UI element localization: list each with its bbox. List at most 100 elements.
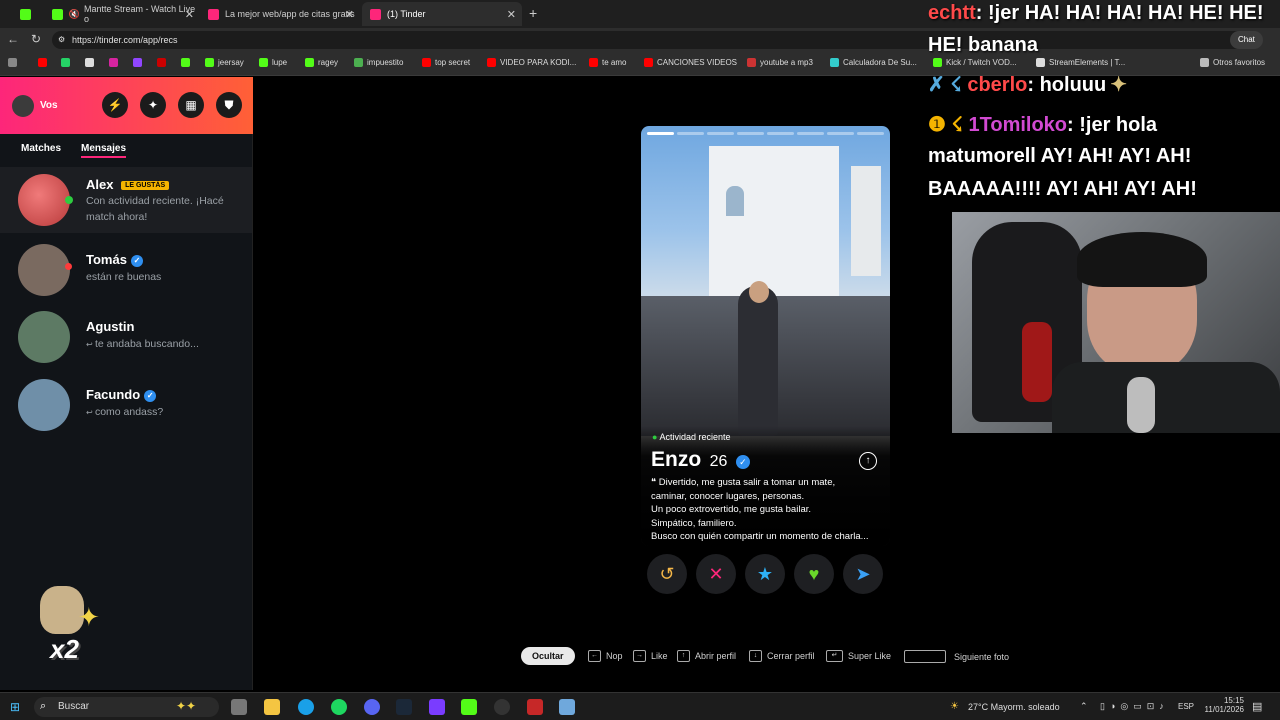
match-message: Con actividad reciente. ¡Hacé xyxy=(86,195,224,207)
close-tab-icon[interactable]: ✕ xyxy=(507,8,516,21)
tab-matches[interactable]: Matches xyxy=(21,143,61,154)
tray-chevron-icon[interactable]: ⌃ xyxy=(1080,701,1088,712)
bookmark-te-amo[interactable]: te amo xyxy=(589,58,626,67)
avatar xyxy=(18,174,70,226)
search-highlight-icon: ✦✦ xyxy=(176,699,197,713)
clock[interactable]: 15:15 11/01/2026 xyxy=(1204,696,1244,714)
sparkle-icon: ✦ xyxy=(78,602,100,632)
weather-text[interactable]: 27°C Mayorm. soleado xyxy=(968,702,1060,712)
bookmark-calculadora[interactable]: Calculadora De Su... xyxy=(830,58,917,67)
kick-icon[interactable] xyxy=(181,58,194,67)
bookmark-top-secret[interactable]: top secret xyxy=(422,58,470,67)
app-window-icon[interactable] xyxy=(559,699,575,715)
notification-icon[interactable]: ▤ xyxy=(1252,700,1262,713)
tab-messages[interactable]: Mensajes xyxy=(81,143,127,158)
reply-icon: ↩ xyxy=(86,408,95,417)
hide-hints-button[interactable]: Ocultar xyxy=(521,647,575,665)
bookmark-youtube-mp3[interactable]: youtube a mp3 xyxy=(747,58,813,67)
whatsapp-icon[interactable] xyxy=(61,58,74,67)
app-icon[interactable] xyxy=(429,699,445,715)
bookmark-impuestito[interactable]: impuestito xyxy=(354,58,403,67)
task-view-icon[interactable] xyxy=(231,699,247,715)
person-photo xyxy=(738,286,778,436)
avatar xyxy=(18,379,70,431)
rewind-button[interactable]: ↺ xyxy=(647,554,687,594)
kick-icon[interactable] xyxy=(461,699,477,715)
profile-label[interactable]: Vos xyxy=(40,100,58,111)
bookmark-icon-only[interactable] xyxy=(8,58,21,67)
hint-close-profile: ↓ Cerrar perfil xyxy=(749,650,815,662)
site-info-icon[interactable]: ⚙ xyxy=(58,31,65,49)
close-tab-icon[interactable]: ✕ xyxy=(185,8,194,21)
tab-pinned[interactable] xyxy=(12,2,42,26)
x-icon[interactable] xyxy=(85,58,98,67)
muted-icon[interactable]: 🔇 xyxy=(69,9,80,20)
obs-icon[interactable] xyxy=(494,699,510,715)
undo-icon: ↺ xyxy=(659,563,675,584)
steam-icon[interactable] xyxy=(396,699,412,715)
explore-button[interactable]: ✦ xyxy=(140,92,166,118)
tab-label: (1) Tinder xyxy=(387,9,426,19)
back-button[interactable]: ← xyxy=(7,32,19,46)
instagram-icon[interactable] xyxy=(109,58,122,67)
bookmark-lupe[interactable]: lupe xyxy=(259,58,287,67)
weather-icon: ☀ xyxy=(950,701,959,712)
youtube-icon[interactable] xyxy=(38,58,51,67)
spotify-icon[interactable] xyxy=(331,699,347,715)
bookmark-canciones[interactable]: CANCIONES VIDEOS xyxy=(644,58,737,67)
tab-mantte-stream[interactable]: 🔇 Mantte Stream - Watch Live o ✕ xyxy=(44,2,200,26)
nope-icon: ✕ xyxy=(708,563,724,584)
verified-icon: ✓ xyxy=(144,389,157,402)
verified-icon: ✓ xyxy=(735,454,750,469)
stream-chat-overlay: echtt: !jer HA! HA! HA! HA! HE! HE! HE! … xyxy=(922,0,1280,205)
arrow-up-key-icon: ↑ xyxy=(677,650,690,662)
profile-avatar[interactable] xyxy=(12,95,34,117)
reply-icon: ↩ xyxy=(86,340,95,349)
chat-line: matumorell AY! AH! AY! AH! xyxy=(928,145,1192,167)
tab-tinder[interactable]: (1) Tinder ✕ xyxy=(362,2,522,26)
tab-dating-web[interactable]: La mejor web/app de citas gratis ✕ xyxy=(200,2,360,26)
twitch-icon[interactable] xyxy=(133,58,146,67)
chat-line: echtt: !jer HA! HA! HA! HA! HE! HE! xyxy=(928,2,1264,24)
list-item[interactable]: Alex LE GUSTÁS Con actividad reciente. ¡… xyxy=(0,167,252,233)
profile-name: Enzo xyxy=(651,448,702,471)
windows-start-icon[interactable]: ⊞ xyxy=(10,700,20,714)
hint-open-profile: ↑ Abrir perfil xyxy=(677,650,736,662)
reload-button[interactable]: ↻ xyxy=(31,32,41,46)
file-explorer-icon[interactable] xyxy=(264,699,280,715)
avatar xyxy=(18,311,70,363)
bookmark-ragey[interactable]: ragey xyxy=(305,58,338,67)
list-item[interactable]: Tomás ✓ están re buenas xyxy=(0,237,252,303)
language-indicator[interactable]: ESP xyxy=(1178,702,1194,711)
cat-emote-icon: ✦ xyxy=(1110,74,1127,96)
safety-button[interactable]: ⛊ xyxy=(216,92,242,118)
new-tab-button[interactable]: + xyxy=(529,5,537,21)
bookmark-video-kodi[interactable]: VIDEO PARA KODI... xyxy=(487,58,576,67)
bookmark-red-icon[interactable] xyxy=(157,58,170,67)
discord-icon[interactable] xyxy=(364,699,380,715)
bookmark-jeersay[interactable]: jeersay xyxy=(205,58,244,67)
match-message: están re buenas xyxy=(86,271,162,283)
list-item[interactable]: Agustin ↩ te andaba buscando... xyxy=(0,304,252,370)
compass-icon: ✦ xyxy=(147,98,159,112)
nope-button[interactable]: ✕ xyxy=(696,554,736,594)
open-profile-button[interactable]: ↑ xyxy=(859,452,877,470)
search-icon: ⌕ xyxy=(40,700,47,712)
super-like-button[interactable]: ★ xyxy=(745,554,785,594)
hint-nope: ← Nop xyxy=(588,650,623,662)
media-icon[interactable] xyxy=(527,699,543,715)
taskbar-search[interactable]: ⌕ Buscar ✦✦ xyxy=(34,697,219,717)
profile-card[interactable]: ● Actividad reciente Enzo 26 ✓ ↑ ❝ Diver… xyxy=(641,126,890,546)
list-item[interactable]: Facundo ✓ ↩ como andass? xyxy=(0,372,252,438)
gifts-button[interactable]: ▦ xyxy=(178,92,204,118)
tray-icons[interactable]: ▯◑◎▭⊡♪ xyxy=(1100,701,1169,712)
close-tab-icon[interactable]: ✕ xyxy=(345,8,354,21)
edge-icon[interactable] xyxy=(298,699,314,715)
microphone xyxy=(1127,377,1155,433)
briefcase-icon: ▦ xyxy=(185,98,197,112)
like-button[interactable]: ♥ xyxy=(794,554,834,594)
person-face xyxy=(749,281,769,303)
boost-button[interactable]: ⚡ xyxy=(102,92,128,118)
boost-send-button[interactable]: ➤ xyxy=(843,554,883,594)
arrow-left-key-icon: ← xyxy=(588,650,601,662)
